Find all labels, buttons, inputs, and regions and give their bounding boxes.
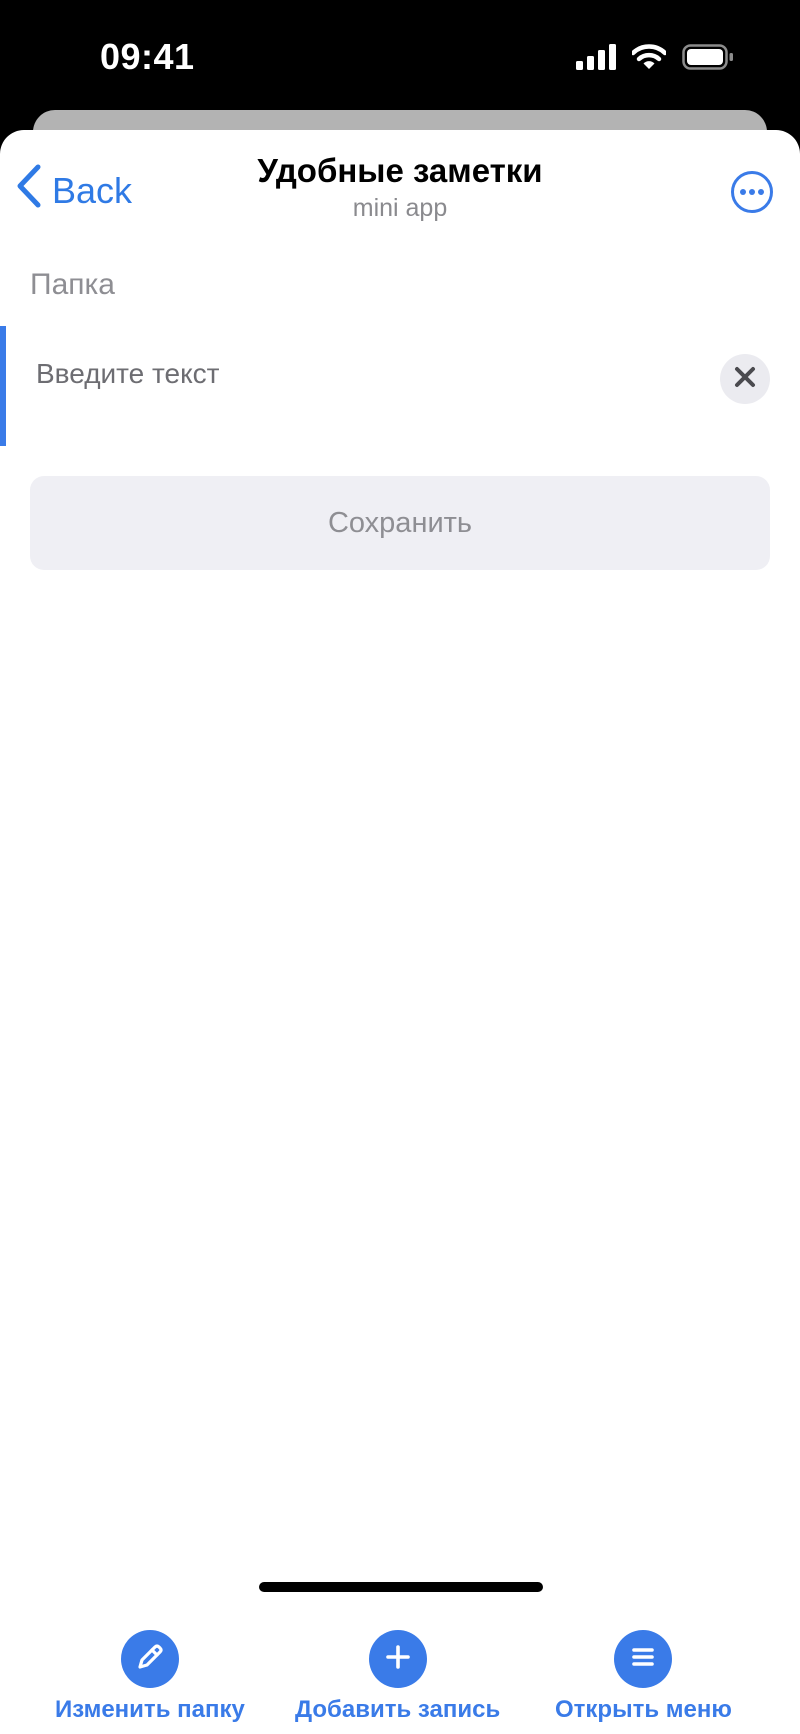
- open-menu-label: Открыть меню: [555, 1696, 732, 1723]
- edit-folder-icon-circle: [120, 1630, 179, 1688]
- bottom-action-bar: Изменить папку Добавить запись Открыть м…: [0, 1600, 800, 1734]
- close-icon: [734, 366, 756, 393]
- cellular-signal-icon: [576, 44, 616, 75]
- wifi-icon: [630, 44, 668, 75]
- folder-section-label: Папка: [30, 268, 115, 301]
- text-input-row: [0, 326, 800, 446]
- edit-folder-label: Изменить папку: [55, 1696, 245, 1723]
- open-menu-button[interactable]: Открыть меню: [555, 1630, 732, 1724]
- plus-icon: [384, 1643, 412, 1676]
- page-subtitle: mini app: [352, 194, 448, 222]
- status-time: 09:41: [100, 36, 195, 77]
- add-entry-label: Добавить запись: [295, 1696, 501, 1723]
- open-menu-icon-circle: [614, 1630, 673, 1688]
- status-bar: 09:41: [0, 0, 800, 120]
- clear-input-button[interactable]: [720, 354, 770, 404]
- folder-name-input[interactable]: [36, 346, 696, 402]
- home-indicator: [259, 1582, 543, 1592]
- input-focus-indicator: [0, 326, 6, 446]
- navigation-bar: Back Удобные заметки mini app: [0, 130, 800, 240]
- menu-icon: [629, 1643, 657, 1676]
- page-title: Удобные заметки: [257, 152, 543, 189]
- status-icons: [576, 44, 734, 75]
- battery-icon: [682, 44, 734, 75]
- more-button[interactable]: [730, 170, 774, 214]
- pencil-icon: [135, 1642, 165, 1677]
- add-entry-button[interactable]: Добавить запись: [295, 1630, 500, 1724]
- edit-folder-button[interactable]: Изменить папку: [55, 1630, 245, 1724]
- save-button[interactable]: Сохранить: [30, 476, 770, 570]
- mini-app-sheet: Back Удобные заметки mini app Папка Введ…: [0, 130, 800, 1734]
- add-entry-icon-circle: [368, 1630, 427, 1688]
- more-horizontal-icon: [730, 171, 774, 218]
